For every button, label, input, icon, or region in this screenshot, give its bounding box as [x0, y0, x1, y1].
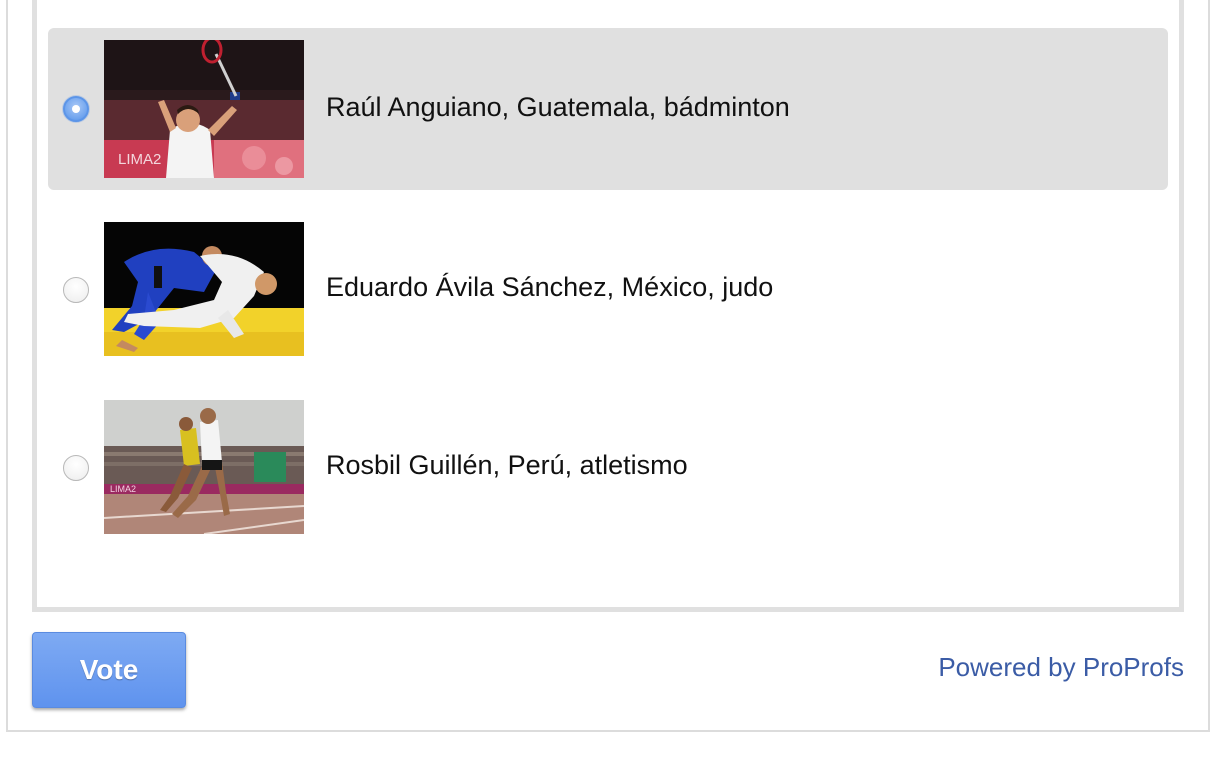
radio-button-option-1[interactable] [63, 96, 89, 122]
powered-by-proprofs-link[interactable]: Powered by ProProfs [938, 652, 1184, 683]
radio-button-option-2[interactable] [63, 277, 89, 303]
radio-button-option-3[interactable] [63, 455, 89, 481]
lima-logo-text: LIMA2 [118, 151, 161, 168]
poll-option-1[interactable]: LIMA2 Raúl Anguiano, Guatemala, bádminto… [48, 28, 1168, 190]
lima-logo-text: LIMA2 [110, 484, 136, 494]
athletics-photo-icon: LIMA2 [104, 400, 304, 534]
vote-button[interactable]: Vote [32, 632, 186, 708]
poll-option-3[interactable]: LIMA2 Rosbil Guillén, Perú, atletismo [48, 386, 1168, 548]
poll-option-label: Raúl Anguiano, Guatemala, bádminton [326, 92, 790, 122]
badminton-photo-icon: LIMA2 [104, 40, 304, 178]
poll-option-label: Rosbil Guillén, Perú, atletismo [326, 450, 688, 480]
judo-photo-icon [104, 222, 304, 356]
poll-option-label: Eduardo Ávila Sánchez, México, judo [326, 272, 774, 302]
poll-option-2[interactable]: Eduardo Ávila Sánchez, México, judo [48, 208, 1168, 370]
